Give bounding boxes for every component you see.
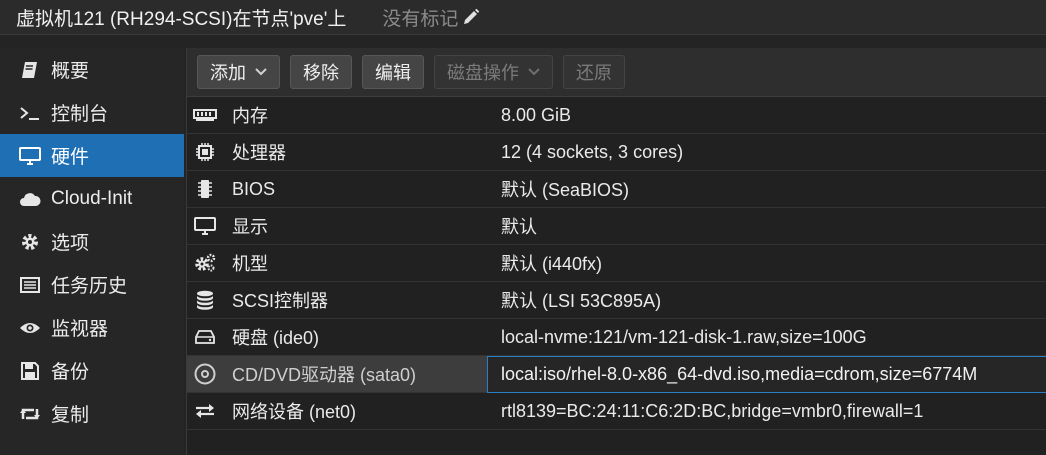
add-button-label: 添加	[210, 63, 246, 83]
hardware-value: 默认 (i440fx)	[501, 254, 603, 274]
hardware-key: 内存	[232, 106, 268, 126]
sidebar-item-label: Cloud-Init	[51, 187, 133, 209]
hardware-key: 硬盘 (ide0)	[232, 328, 320, 348]
page-title: 虚拟机121 (RH294-SCSI)在节点'pve'上	[16, 8, 347, 30]
sidebar-item-label: 复制	[51, 405, 90, 426]
database-icon	[193, 290, 217, 310]
sidebar-item-monitor[interactable]: 监视器	[0, 306, 184, 349]
cogs-icon	[193, 253, 217, 273]
sidebar-item-label: 监视器	[51, 319, 109, 340]
exchange-icon	[193, 401, 217, 421]
hardware-value: 默认 (SeaBIOS)	[501, 180, 630, 200]
hardware-value: 默认 (LSI 53C895A)	[501, 291, 662, 311]
eye-icon	[18, 317, 42, 339]
hardware-panel: 添加 移除 编辑 磁盘操作 还原 内存 8.00 GiB 处理器 12 (4 s…	[186, 48, 1046, 455]
hardware-row-hard-disk[interactable]: 硬盘 (ide0) local-nvme:121/vm-121-disk-1.r…	[187, 319, 1046, 356]
sidebar-item-options[interactable]: 选项	[0, 220, 184, 263]
display-icon	[193, 216, 217, 236]
chevron-down-icon	[528, 68, 540, 76]
floppy-icon	[18, 360, 42, 382]
sidebar-item-label: 选项	[51, 233, 90, 254]
sidebar-item-console[interactable]: 控制台	[0, 91, 184, 134]
remove-button[interactable]: 移除	[290, 55, 352, 89]
hardware-key: 显示	[232, 217, 268, 237]
hardware-row-network[interactable]: 网络设备 (net0) rtl8139=BC:24:11:C6:2D:BC,br…	[187, 393, 1046, 430]
cloud-icon	[18, 188, 42, 210]
hardware-list: 内存 8.00 GiB 处理器 12 (4 sockets, 3 cores) …	[187, 97, 1046, 430]
terminal-icon	[18, 102, 42, 124]
hardware-value: local-nvme:121/vm-121-disk-1.raw,size=10…	[501, 326, 867, 347]
sidebar-item-summary[interactable]: 概要	[0, 48, 184, 91]
edit-button[interactable]: 编辑	[362, 55, 424, 89]
sidebar: 概要 控制台 硬件 Cloud-Init 选项 任务历史 监视器 备份 复制	[0, 48, 184, 455]
memory-icon	[193, 105, 217, 125]
pencil-icon[interactable]	[462, 8, 480, 26]
disk-action-button[interactable]: 磁盘操作	[434, 55, 553, 89]
list-icon	[18, 274, 42, 296]
tags-edit[interactable]: 没有标记	[382, 4, 480, 31]
add-button[interactable]: 添加	[197, 55, 280, 89]
sidebar-item-label: 备份	[51, 362, 90, 383]
hardware-row-display[interactable]: 显示 默认	[187, 208, 1046, 245]
sidebar-item-replication[interactable]: 复制	[0, 392, 184, 435]
hardware-key: 网络设备 (net0)	[232, 402, 357, 422]
sidebar-item-cloud-init[interactable]: Cloud-Init	[0, 177, 184, 220]
sidebar-item-task-history[interactable]: 任务历史	[0, 263, 184, 306]
sidebar-item-label: 任务历史	[51, 276, 128, 297]
sidebar-item-label: 硬件	[51, 147, 90, 168]
hardware-key: 机型	[232, 254, 268, 274]
hardware-key: 处理器	[232, 143, 286, 163]
hardware-value: rtl8139=BC:24:11:C6:2D:BC,bridge=vmbr0,f…	[501, 400, 924, 421]
hardware-row-bios[interactable]: BIOS 默认 (SeaBIOS)	[187, 171, 1046, 208]
hdd-icon	[193, 327, 217, 347]
hardware-value: 8.00 GiB	[501, 104, 572, 125]
hardware-value: 12 (4 sockets, 3 cores)	[501, 141, 684, 162]
monitor-icon	[18, 145, 42, 167]
tags-label: 没有标记	[382, 8, 459, 30]
disk-action-label: 磁盘操作	[447, 63, 519, 83]
revert-button[interactable]: 还原	[563, 55, 625, 89]
hardware-row-processor[interactable]: 处理器 12 (4 sockets, 3 cores)	[187, 134, 1046, 171]
hardware-value: 默认	[501, 217, 537, 237]
cpu-icon	[193, 142, 217, 162]
title-bar: 虚拟机121 (RH294-SCSI)在节点'pve'上 没有标记	[0, 0, 1046, 35]
sidebar-item-label: 概要	[51, 61, 90, 82]
cdrom-icon	[193, 363, 217, 385]
sidebar-item-hardware[interactable]: 硬件	[0, 134, 184, 177]
book-icon	[18, 59, 42, 81]
hardware-key: SCSI控制器	[232, 291, 329, 311]
hardware-row-machine[interactable]: 机型 默认 (i440fx)	[187, 245, 1046, 282]
toolbar: 添加 移除 编辑 磁盘操作 还原	[187, 48, 1046, 97]
hardware-row-memory[interactable]: 内存 8.00 GiB	[187, 97, 1046, 134]
hardware-row-cdrom[interactable]: CD/DVD驱动器 (sata0) local:iso/rhel-8.0-x86…	[187, 356, 1046, 393]
retweet-icon	[18, 403, 42, 425]
hardware-value: local:iso/rhel-8.0-x86_64-dvd.iso,media=…	[501, 363, 978, 384]
hardware-key: CD/DVD驱动器 (sata0)	[232, 365, 417, 385]
hardware-key: BIOS	[232, 178, 276, 199]
chevron-down-icon	[255, 68, 267, 76]
gear-icon	[18, 231, 42, 253]
chip-icon	[193, 179, 217, 199]
sidebar-item-label: 控制台	[51, 104, 109, 125]
sidebar-item-backup[interactable]: 备份	[0, 349, 184, 392]
hardware-row-scsi-controller[interactable]: SCSI控制器 默认 (LSI 53C895A)	[187, 282, 1046, 319]
